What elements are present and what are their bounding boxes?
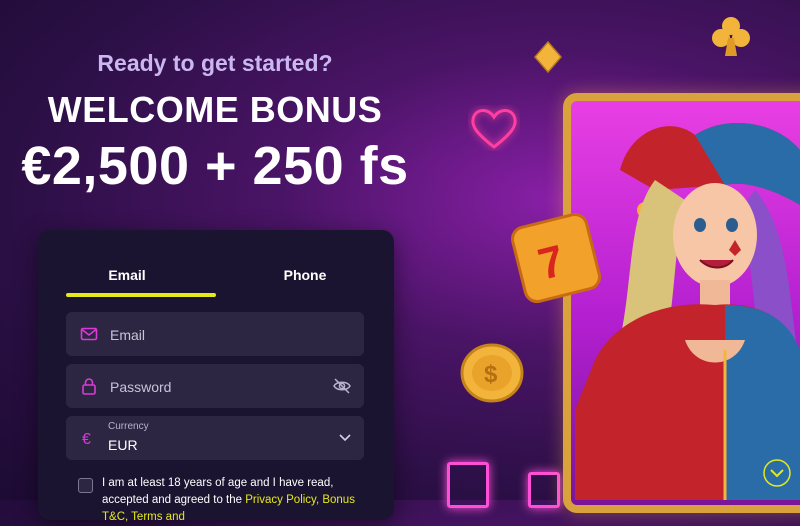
dice-icon: 7	[510, 212, 602, 304]
scroll-down-icon[interactable]	[762, 458, 792, 488]
tab-phone[interactable]: Phone	[216, 230, 394, 296]
currency-label: Currency	[108, 421, 149, 432]
lock-icon	[82, 378, 96, 395]
neon-decoration	[447, 462, 489, 508]
currency-select[interactable]: € Currency EUR	[66, 416, 364, 460]
coin-icon: $	[460, 343, 524, 403]
eye-off-icon[interactable]	[332, 376, 352, 396]
neon-heart-icon	[471, 109, 517, 149]
promo-block: Ready to get started? WELCOME BONUS €2,5…	[0, 50, 430, 197]
euro-icon: €	[82, 431, 91, 447]
mail-icon	[80, 327, 98, 341]
currency-value: EUR	[108, 437, 138, 453]
jester-illustration	[575, 123, 800, 500]
chevron-down-icon[interactable]	[338, 430, 352, 444]
password-input[interactable]	[108, 364, 332, 410]
svg-text:$: $	[484, 361, 498, 388]
email-field[interactable]	[66, 312, 364, 358]
password-field[interactable]	[66, 364, 364, 410]
club-icon	[712, 17, 750, 56]
active-tab-indicator	[66, 293, 216, 297]
terms-text: I am at least 18 years of age and I have…	[102, 475, 370, 526]
terms-checkbox[interactable]	[78, 478, 93, 493]
neon-decoration	[528, 472, 560, 508]
promo-amount: €2,500 + 250 fs	[21, 136, 409, 196]
email-input[interactable]	[108, 312, 332, 358]
signup-card: Email Phone € Currency EUR	[38, 230, 394, 523]
tab-email[interactable]: Email	[38, 230, 216, 296]
diamond-icon	[534, 40, 562, 74]
promo-headline: WELCOME BONUS	[47, 89, 383, 130]
signup-tabs: Email Phone	[38, 230, 394, 297]
svg-text:€: €	[82, 431, 91, 447]
promo-kicker: Ready to get started?	[97, 50, 333, 76]
